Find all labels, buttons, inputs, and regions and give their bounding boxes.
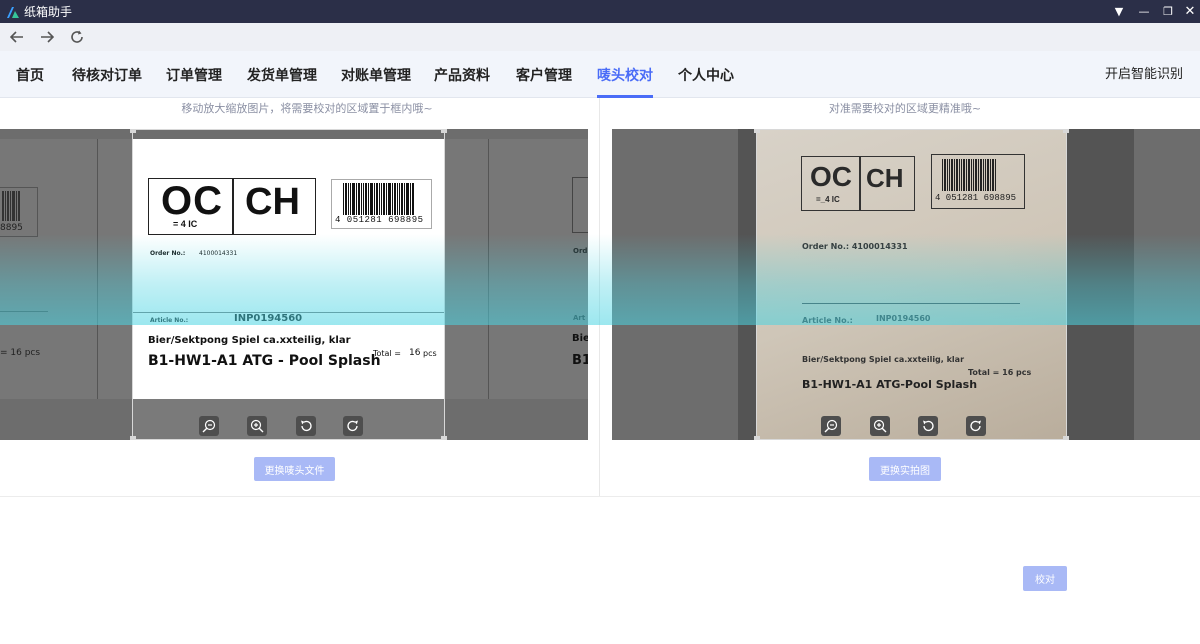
photo-viewer[interactable]: OC =_4 IC CH 4 051281 698895 Order No.: … [612, 129, 1200, 440]
rotate-left-icon[interactable] [918, 416, 938, 436]
zoom-out-icon[interactable] [821, 416, 841, 436]
restore-icon[interactable]: ❐ [1156, 0, 1180, 23]
menu-customers[interactable]: 客户管理 [516, 51, 572, 98]
app-logo-icon [7, 6, 19, 18]
smart-recognition-toggle[interactable]: 开启智能识别 [1105, 51, 1183, 98]
replace-mark-file-button[interactable]: 更换唛头文件 [254, 457, 335, 481]
verify-button[interactable]: 校对 [1023, 566, 1067, 591]
zoom-in-icon[interactable] [870, 416, 890, 436]
left-hint: 移动放大缩放图片，将需要校对的区域置于框内哦~ [181, 102, 433, 115]
ghost-barcode [2, 191, 21, 221]
menu-home[interactable]: 首页 [16, 51, 44, 98]
refresh-icon[interactable] [66, 26, 88, 48]
mark-file-viewer[interactable]: 8895 = 16 pcs Ord Art Bie B1 OC = 4 IC C… [0, 129, 588, 440]
app-title: 纸箱助手 [24, 5, 73, 19]
main-menu: 首页 待核对订单 订单管理 发货单管理 对账单管理 产品资料 客户管理 唛头校对… [0, 51, 1200, 98]
zoom-out-icon[interactable] [199, 416, 219, 436]
panel-divider [599, 98, 600, 496]
rotate-left-icon[interactable] [296, 416, 316, 436]
left-crop-frame[interactable] [130, 129, 447, 440]
zoom-in-icon[interactable] [247, 416, 267, 436]
close-icon[interactable]: ✕ [1178, 0, 1200, 23]
menu-product-data[interactable]: 产品资料 [434, 51, 490, 98]
menu-order-management[interactable]: 订单管理 [166, 51, 222, 98]
browser-nav [0, 23, 1200, 51]
dropdown-icon[interactable]: ▼ [1107, 0, 1131, 23]
right-hint: 对准需要校对的区域更精准哦~ [828, 102, 982, 115]
menu-profile[interactable]: 个人中心 [678, 51, 734, 98]
forward-arrow-icon[interactable] [36, 26, 58, 48]
window-titlebar: 纸箱助手 ▼ — ❐ ✕ [0, 0, 1200, 23]
menu-pending-orders[interactable]: 待核对订单 [72, 51, 142, 98]
back-arrow-icon[interactable] [6, 26, 28, 48]
ghost-label-right: Ord Art Bie B1 [445, 139, 588, 399]
replace-photo-button[interactable]: 更换实拍图 [869, 457, 941, 481]
rotate-right-icon[interactable] [966, 416, 986, 436]
right-crop-frame[interactable] [754, 129, 1069, 440]
menu-statements[interactable]: 对账单管理 [341, 51, 411, 98]
menu-delivery-notes[interactable]: 发货单管理 [247, 51, 317, 98]
section-divider [0, 496, 1200, 497]
minimize-icon[interactable]: — [1132, 0, 1156, 23]
rotate-right-icon[interactable] [343, 416, 363, 436]
ghost-label-left: 8895 = 16 pcs [0, 139, 132, 399]
menu-mark-check[interactable]: 唛头校对 [597, 51, 653, 98]
